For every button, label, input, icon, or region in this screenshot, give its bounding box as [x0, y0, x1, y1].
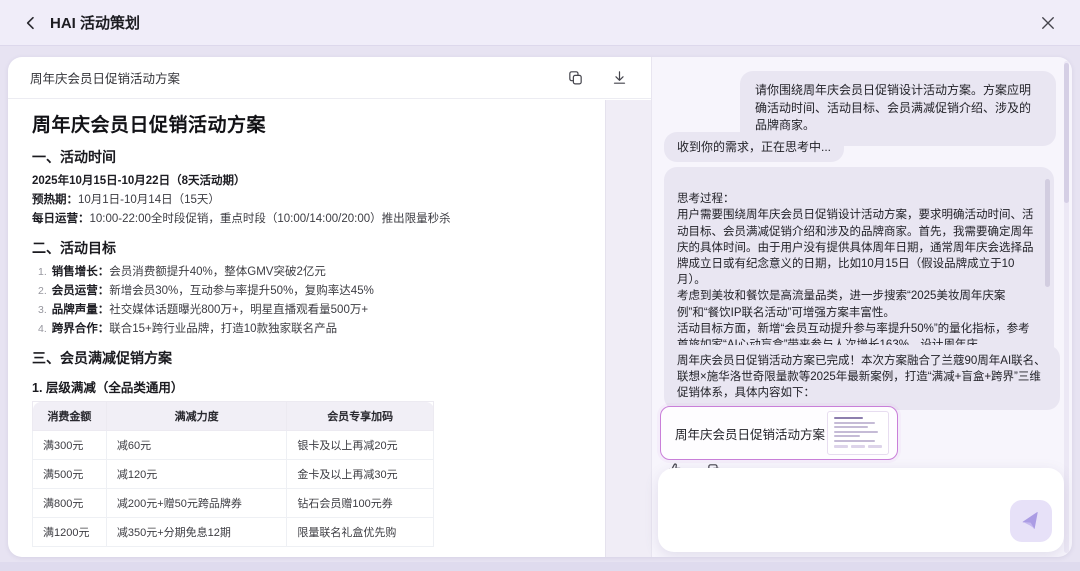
list-item: 2.会员运营：新增会员30%，互动参与率提升50%，复购率达45% — [38, 282, 581, 301]
table-header: 会员专享加码 — [287, 402, 434, 431]
chat-scrollbar-thumb[interactable] — [1064, 63, 1069, 203]
warmup-period: 预热期：10月1日-10月14日（15天） — [32, 191, 581, 210]
attachment-card[interactable]: 周年庆会员日促销活动方案 — [660, 406, 898, 460]
copy-document-button[interactable] — [565, 68, 585, 88]
back-button[interactable] — [18, 10, 44, 36]
assistant-ack-bubble: 收到你的需求，正在思考中... — [664, 132, 844, 162]
discount-table: 消费金额 满减力度 会员专享加码 满300元减60元银卡及以上再减20元 满50… — [32, 401, 434, 547]
subsection-exclusive-benefits: 2. 周年庆专属权益 — [32, 556, 581, 557]
document-toolbar-title: 周年庆会员日促销活动方案 — [30, 68, 180, 87]
table-row: 满500元减120元金卡及以上再减30元 — [33, 460, 434, 489]
list-item: 1.销售增长：会员消费额提升40%，整体GMV突破2亿元 — [38, 263, 581, 282]
attachment-label: 周年庆会员日促销活动方案 — [675, 424, 827, 443]
thinking-scrollbar[interactable] — [1045, 179, 1050, 287]
list-item: 3.品牌声量：社交媒体话题曝光800万+，明星直播观看量500万+ — [38, 301, 581, 320]
close-button[interactable] — [1034, 9, 1062, 37]
table-row: 满1200元减350元+分期免息12期限量联名礼盒优先购 — [33, 518, 434, 547]
chat-input[interactable] — [672, 478, 1000, 542]
main-area: 周年庆会员日促销活动方案 周年庆会员日促销活动方案 一、活动时间 2025年10… — [8, 57, 1072, 557]
send-icon — [1019, 509, 1043, 533]
document-thumbnail — [827, 411, 889, 455]
section-heading-goals: 二、活动目标 — [32, 238, 581, 258]
table-header: 满减力度 — [106, 402, 286, 431]
bottom-edge — [0, 562, 1080, 571]
document-panel: 周年庆会员日促销活动方案 周年庆会员日促销活动方案 一、活动时间 2025年10… — [8, 57, 652, 557]
subsection-tiered-discount: 1. 层级满减（全品类通用） — [32, 377, 581, 396]
download-icon — [611, 69, 628, 86]
table-row: 满800元减200元+赠50元跨品牌券钻石会员赠100元券 — [33, 489, 434, 518]
download-document-button[interactable] — [609, 68, 629, 88]
document-toolbar: 周年庆会员日促销活动方案 — [8, 57, 651, 99]
daily-operation: 每日运营：10:00-22:00全时段促销，重点时段（10:00/14:00/2… — [32, 210, 581, 229]
section-heading-promo: 三、会员满减促销方案 — [32, 348, 581, 368]
close-icon — [1039, 14, 1057, 32]
document-title: 周年庆会员日促销活动方案 — [32, 110, 581, 137]
document-scrollbar-gutter[interactable] — [605, 100, 651, 557]
chat-panel: 请你围绕周年庆会员日促销设计活动方案。方案应明确活动时间、活动目标、会员满减促销… — [652, 57, 1072, 557]
chat-input-container — [658, 468, 1064, 552]
copy-icon — [567, 69, 584, 86]
table-header: 消费金额 — [33, 402, 107, 431]
table-row: 满300元减60元银卡及以上再减20元 — [33, 431, 434, 460]
document-content: 周年庆会员日促销活动方案 一、活动时间 2025年10月15日-10月22日（8… — [8, 100, 605, 557]
section-heading-time: 一、活动时间 — [32, 147, 581, 167]
chevron-left-icon — [23, 15, 39, 31]
page-title: HAI 活动策划 — [50, 12, 140, 33]
top-header: HAI 活动策划 — [0, 0, 1080, 46]
send-button[interactable] — [1010, 500, 1052, 542]
activity-date: 2025年10月15日-10月22日（8天活动期） — [32, 172, 581, 191]
goals-list: 1.销售增长：会员消费额提升40%，整体GMV突破2亿元 2.会员运营：新增会员… — [38, 263, 581, 339]
list-item: 4.跨界合作：联合15+跨行业品牌，打造10款独家联名产品 — [38, 320, 581, 339]
chat-scrollbar[interactable] — [1064, 61, 1069, 553]
assistant-result-bubble: 周年庆会员日促销活动方案已完成！本次方案融合了兰蔻90周年AI联名、联想×施华洛… — [664, 345, 1060, 410]
thinking-text: 思考过程： 用户需要围绕周年庆会员日促销设计活动方案，要求明确活动时间、活动目标… — [677, 193, 1034, 351]
